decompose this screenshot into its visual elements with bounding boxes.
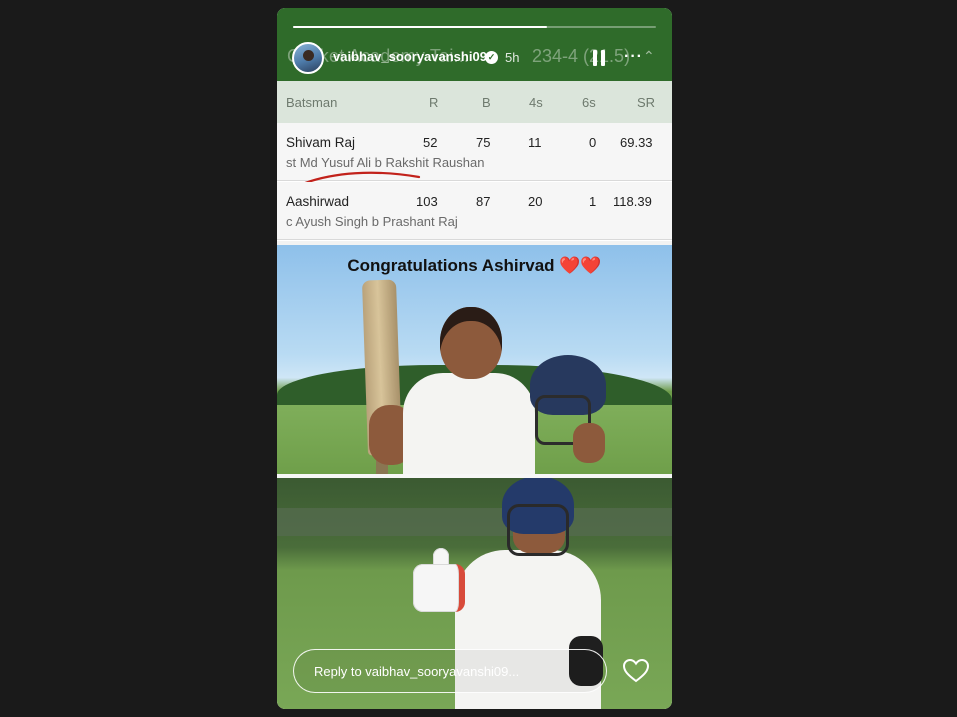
runs-value: 52 <box>423 135 438 150</box>
table-row: Aashirwad 103 87 20 1 118.39 c Ayush Sin… <box>277 182 672 240</box>
background-match-score: 234-4 (21.5) <box>532 46 631 66</box>
col-batsman: Batsman <box>286 95 338 110</box>
dismissal-text: c Ayush Singh b Prashant Raj <box>286 214 458 229</box>
avatar[interactable] <box>292 42 324 74</box>
reply-placeholder: Reply to vaibhav_sooryavanshi09... <box>314 664 520 679</box>
sixes-value: 1 <box>589 194 597 209</box>
runs-value: 103 <box>416 194 438 209</box>
col-balls: B <box>482 95 491 110</box>
col-runs: R <box>429 95 439 110</box>
scorecard-header-row: Batsman R B 4s 6s SR <box>277 81 672 123</box>
photo-fence <box>277 508 672 536</box>
chevron-up-icon: ⌃ <box>643 48 655 64</box>
heart-icon[interactable] <box>623 659 649 683</box>
story-username[interactable]: vaibhav_sooryavanshi09 <box>333 49 487 64</box>
story-caption: Congratulations Ashirvad ❤️❤️ <box>347 256 602 275</box>
col-sixes: 6s <box>582 95 596 110</box>
celebration-photo-bat-helmet: Congratulations Ashirvad ❤️❤️ <box>277 245 672 474</box>
strike-rate-value: 118.39 <box>613 194 652 209</box>
fours-value: 11 <box>528 135 542 150</box>
story-timestamp: 5h <box>505 50 520 65</box>
col-strike-rate: SR <box>637 95 656 110</box>
story-progress-fill <box>293 26 548 28</box>
story-progress-bar <box>293 26 656 28</box>
story-viewer[interactable]: Cricket Academy Tai... 234-4 (21.5) ⌃ va… <box>277 8 672 709</box>
balls-value: 75 <box>476 135 491 150</box>
helmet-grill <box>507 504 569 556</box>
player-hand <box>573 423 605 463</box>
verified-badge-icon: ✓ <box>485 51 498 64</box>
col-fours: 4s <box>529 95 543 110</box>
player-jersey <box>403 373 535 474</box>
reply-input[interactable]: Reply to vaibhav_sooryavanshi09... <box>293 649 607 693</box>
story-header: Cricket Academy Tai... 234-4 (21.5) ⌃ va… <box>277 8 672 81</box>
fours-value: 20 <box>528 194 543 209</box>
sixes-value: 0 <box>589 135 597 150</box>
batting-glove <box>413 564 465 612</box>
strike-rate-value: 69.33 <box>620 135 653 150</box>
batsman-name: Shivam Raj <box>286 135 356 150</box>
more-icon[interactable]: ··· <box>624 48 643 66</box>
pause-icon[interactable] <box>593 50 607 66</box>
batsman-name: Aashirwad <box>286 194 350 209</box>
balls-value: 87 <box>476 194 491 209</box>
player-head <box>440 307 502 379</box>
